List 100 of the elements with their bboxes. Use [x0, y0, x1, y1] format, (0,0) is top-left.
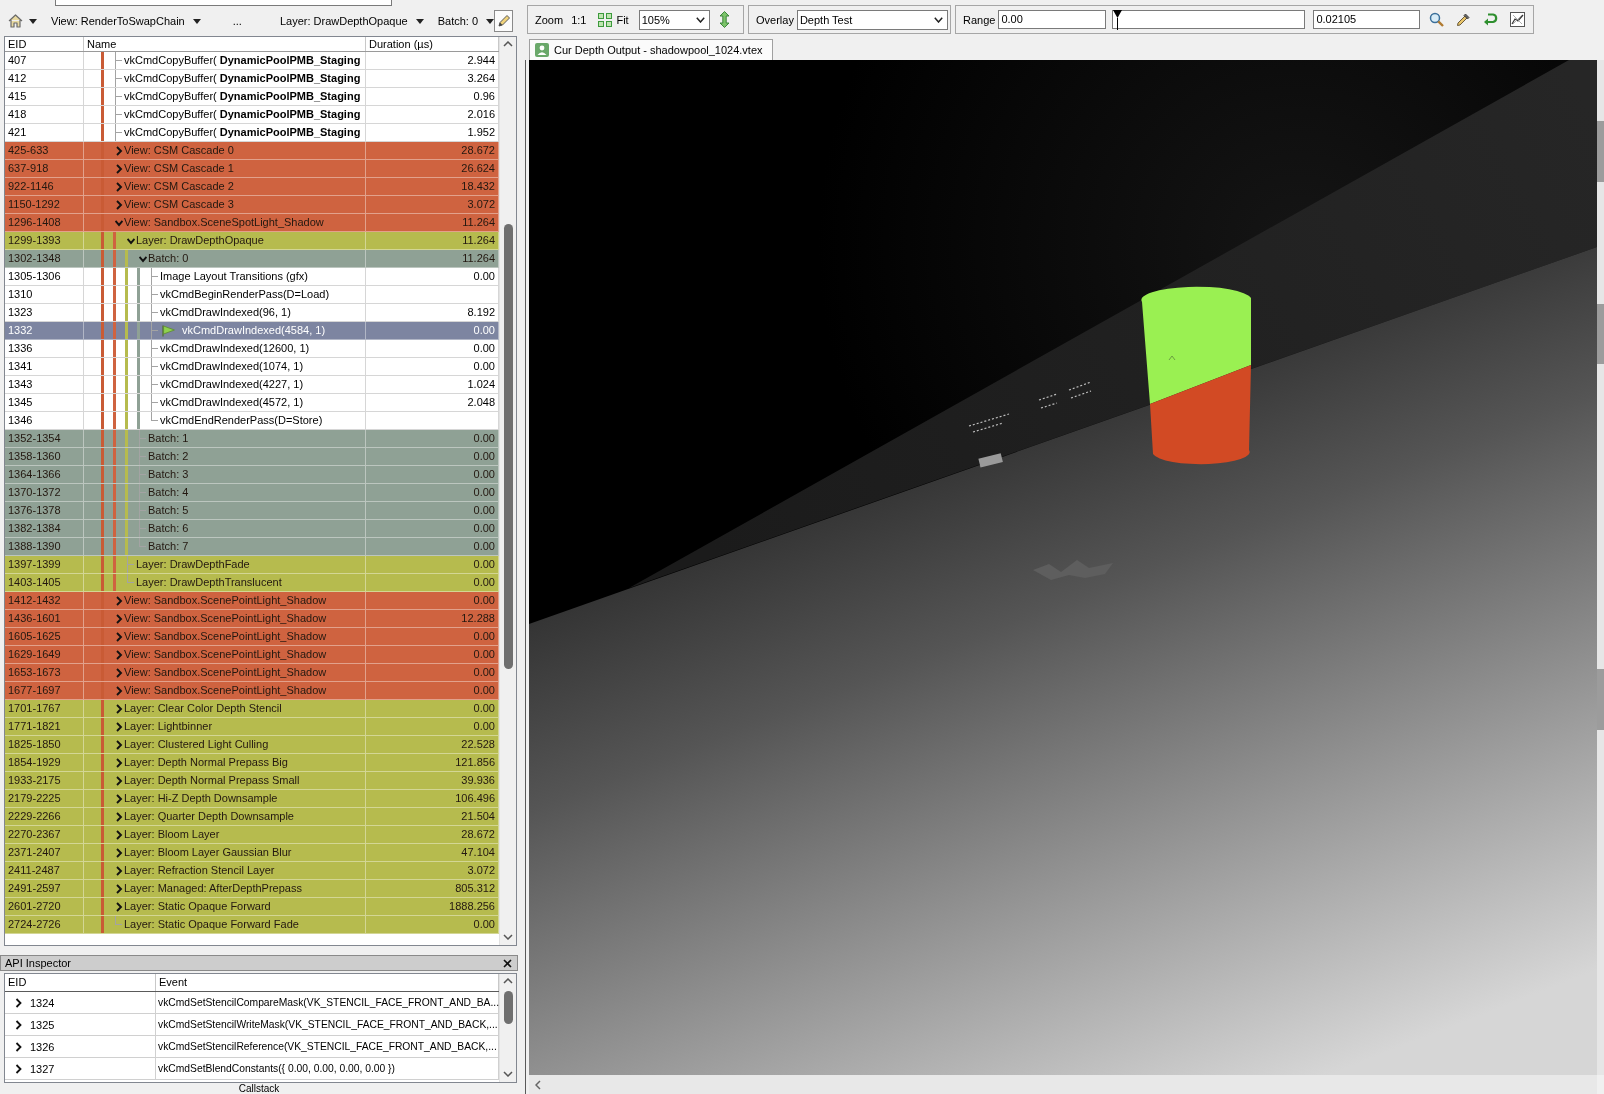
- event-row[interactable]: 1854-1929 Layer: Depth Normal Prepass Big 121.856: [5, 754, 499, 772]
- event-row[interactable]: 922-1146 View: CSM Cascade 2 18.432: [5, 178, 499, 196]
- event-row[interactable]: 1310 vkCmdBeginRenderPass(D=Load): [5, 286, 499, 304]
- range-min-field[interactable]: 0.00: [998, 10, 1107, 29]
- chevron-up-icon[interactable]: [503, 41, 513, 47]
- event-row[interactable]: 1299-1393 Layer: DrawDepthOpaque 11.264: [5, 232, 499, 250]
- event-row[interactable]: 637-918 View: CSM Cascade 1 26.624: [5, 160, 499, 178]
- chevron-right-icon[interactable]: [115, 775, 123, 786]
- event-row[interactable]: 1341 vkCmdDrawIndexed(1074, 1) 0.00: [5, 358, 499, 376]
- slider-thumb[interactable]: [1113, 10, 1123, 30]
- event-row[interactable]: 2491-2597 Layer: Managed: AfterDepthPrepass 805.312: [5, 880, 499, 898]
- home-button[interactable]: [8, 11, 37, 31]
- eyedropper-icon[interactable]: [1456, 12, 1472, 27]
- up-down-arrow-icon[interactable]: [718, 11, 730, 28]
- event-row[interactable]: 1933-2175 Layer: Depth Normal Prepass Small 39.936: [5, 772, 499, 790]
- event-row[interactable]: 1701-1767 Layer: Clear Color Depth Stencil 0.00: [5, 700, 499, 718]
- event-row[interactable]: 1403-1405 Layer: DrawDepthTranslucent 0.00: [5, 574, 499, 592]
- event-row[interactable]: 1605-1625 View: Sandbox.ScenePointLight_Shadow 0.00: [5, 628, 499, 646]
- filter-field[interactable]: [55, 0, 392, 6]
- event-row[interactable]: 1376-1378 Batch: 5 0.00: [5, 502, 499, 520]
- event-row[interactable]: 2371-2407 Layer: Bloom Layer Gaussian Blur 47.104: [5, 844, 499, 862]
- close-icon[interactable]: [503, 958, 512, 968]
- chevron-right-icon[interactable]: [115, 793, 123, 804]
- event-row[interactable]: 1412-1432 View: Sandbox.ScenePointLight_Shadow 0.00: [5, 592, 499, 610]
- event-row[interactable]: 2270-2367 Layer: Bloom Layer 28.672: [5, 826, 499, 844]
- chevron-up-icon[interactable]: [503, 978, 513, 984]
- magnifier-icon[interactable]: [1429, 12, 1445, 27]
- event-row[interactable]: 418 vkCmdCopyBuffer( DynamicPoolPMB_Staging 2.016: [5, 106, 499, 124]
- column-header[interactable]: Name: [84, 37, 366, 51]
- event-row[interactable]: 1370-1372 Batch: 4 0.00: [5, 484, 499, 502]
- chevron-right-icon[interactable]: [15, 1041, 22, 1052]
- event-row[interactable]: 1358-1360 Batch: 2 0.00: [5, 448, 499, 466]
- event-row[interactable]: 1397-1399 Layer: DrawDepthFade 0.00: [5, 556, 499, 574]
- event-row[interactable]: 415 vkCmdCopyBuffer( DynamicPoolPMB_Staging 0.96: [5, 88, 499, 106]
- event-row[interactable]: 2179-2225 Layer: Hi-Z Depth Downsample 106.496: [5, 790, 499, 808]
- event-row[interactable]: 2601-2720 Layer: Static Opaque Forward 1888.256: [5, 898, 499, 916]
- range-max-field[interactable]: 0.02105: [1313, 10, 1421, 29]
- chevron-right-icon[interactable]: [115, 757, 123, 768]
- chart-icon[interactable]: [1510, 12, 1526, 27]
- chevron-right-icon[interactable]: [115, 703, 123, 714]
- texture-tab[interactable]: Cur Depth Output - shadowpool_1024.vtex: [529, 39, 773, 60]
- chevron-right-icon[interactable]: [115, 811, 123, 822]
- zoom-dropdown[interactable]: 105%: [638, 9, 710, 30]
- event-row[interactable]: 1352-1354 Batch: 1 0.00: [5, 430, 499, 448]
- event-row[interactable]: 1346 vkCmdEndRenderPass(D=Store): [5, 412, 499, 430]
- actual-size-button[interactable]: 1:1: [571, 9, 587, 30]
- chevron-down-icon[interactable]: [503, 1071, 513, 1077]
- event-row[interactable]: 1771-1821 Layer: Lightbinner 0.00: [5, 718, 499, 736]
- vertical-scrollbar[interactable]: [1597, 60, 1604, 1075]
- fit-button[interactable]: Fit: [598, 9, 629, 30]
- event-row[interactable]: 1332 vkCmdDrawIndexed(4584, 1) 0.00: [5, 322, 499, 340]
- event-row[interactable]: 1629-1649 View: Sandbox.ScenePointLight_Shadow 0.00: [5, 646, 499, 664]
- column-header[interactable]: EID: [5, 974, 156, 991]
- event-row[interactable]: 1302-1348 Batch: 0 11.264: [5, 250, 499, 268]
- chevron-right-icon[interactable]: [115, 883, 123, 894]
- event-row[interactable]: 1364-1366 Batch: 3 0.00: [5, 466, 499, 484]
- event-row[interactable]: 2411-2487 Layer: Refraction Stencil Layer 3.072: [5, 862, 499, 880]
- range-slider[interactable]: [1112, 10, 1306, 29]
- vertical-scrollbar[interactable]: [499, 974, 516, 1082]
- event-row[interactable]: 1436-1601 View: Sandbox.ScenePointLight_Shadow 12.288: [5, 610, 499, 628]
- event-row[interactable]: 1653-1673 View: Sandbox.ScenePointLight_Shadow 0.00: [5, 664, 499, 682]
- event-row[interactable]: 1677-1697 View: Sandbox.ScenePointLight_Shadow 0.00: [5, 682, 499, 700]
- overlay-dropdown[interactable]: Depth Test: [796, 9, 948, 30]
- chevron-right-icon[interactable]: [115, 721, 123, 732]
- chevron-right-icon[interactable]: [15, 1019, 22, 1030]
- chevron-right-icon[interactable]: [115, 739, 123, 750]
- event-row[interactable]: 2724-2726 Layer: Static Opaque Forward Fade 0.00: [5, 916, 499, 934]
- edit-button[interactable]: [494, 10, 513, 32]
- horizontal-scrollbar[interactable]: [529, 1075, 1597, 1094]
- chevron-right-icon[interactable]: [15, 1063, 22, 1074]
- event-row[interactable]: 1150-1292 View: CSM Cascade 3 3.072: [5, 196, 499, 214]
- chevron-right-icon[interactable]: [115, 847, 123, 858]
- event-row[interactable]: 1336 vkCmdDrawIndexed(12600, 1) 0.00: [5, 340, 499, 358]
- event-row[interactable]: 1382-1384 Batch: 6 0.00: [5, 520, 499, 538]
- event-row[interactable]: 1323 vkCmdDrawIndexed(96, 1) 8.192: [5, 304, 499, 322]
- scrollbar-thumb[interactable]: [503, 224, 513, 669]
- more-button[interactable]: ...: [232, 11, 242, 31]
- vertical-scrollbar[interactable]: [499, 37, 516, 945]
- breadcrumb-dropdown[interactable]: View: RenderToSwapChain: [51, 11, 201, 31]
- curved-arrow-icon[interactable]: [1483, 12, 1499, 27]
- breadcrumb-dropdown[interactable]: Layer: DrawDepthOpaque: [279, 11, 424, 31]
- event-row[interactable]: 407 vkCmdCopyBuffer( DynamicPoolPMB_Staging 2.944: [5, 52, 499, 70]
- event-row[interactable]: 421 vkCmdCopyBuffer( DynamicPoolPMB_Staging 1.952: [5, 124, 499, 142]
- chevron-down-icon[interactable]: [503, 934, 513, 940]
- chevron-right-icon[interactable]: [115, 865, 123, 876]
- scrollbar-thumb[interactable]: [503, 991, 513, 1024]
- event-row[interactable]: 1343 vkCmdDrawIndexed(4227, 1) 1.024: [5, 376, 499, 394]
- event-row[interactable]: 425-633 View: CSM Cascade 0 28.672: [5, 142, 499, 160]
- dock-tab[interactable]: Callstack: [234, 1083, 284, 1094]
- event-row[interactable]: 2229-2266 Layer: Quarter Depth Downsample 21.504: [5, 808, 499, 826]
- column-header[interactable]: EID: [5, 37, 84, 51]
- breadcrumb-dropdown[interactable]: Batch: 0: [437, 11, 495, 31]
- event-row[interactable]: 1825-1850 Layer: Clustered Light Culling 22.528: [5, 736, 499, 754]
- event-row[interactable]: 412 vkCmdCopyBuffer( DynamicPoolPMB_Staging 3.264: [5, 70, 499, 88]
- event-row[interactable]: 1388-1390 Batch: 7 0.00: [5, 538, 499, 556]
- event-row[interactable]: 1296-1408 View: Sandbox.SceneSpotLight_Shadow 11.264: [5, 214, 499, 232]
- chevron-right-icon[interactable]: [15, 997, 22, 1008]
- chevron-right-icon[interactable]: [115, 901, 123, 912]
- chevron-left-icon[interactable]: [535, 1079, 541, 1090]
- event-row[interactable]: 1345 vkCmdDrawIndexed(4572, 1) 2.048: [5, 394, 499, 412]
